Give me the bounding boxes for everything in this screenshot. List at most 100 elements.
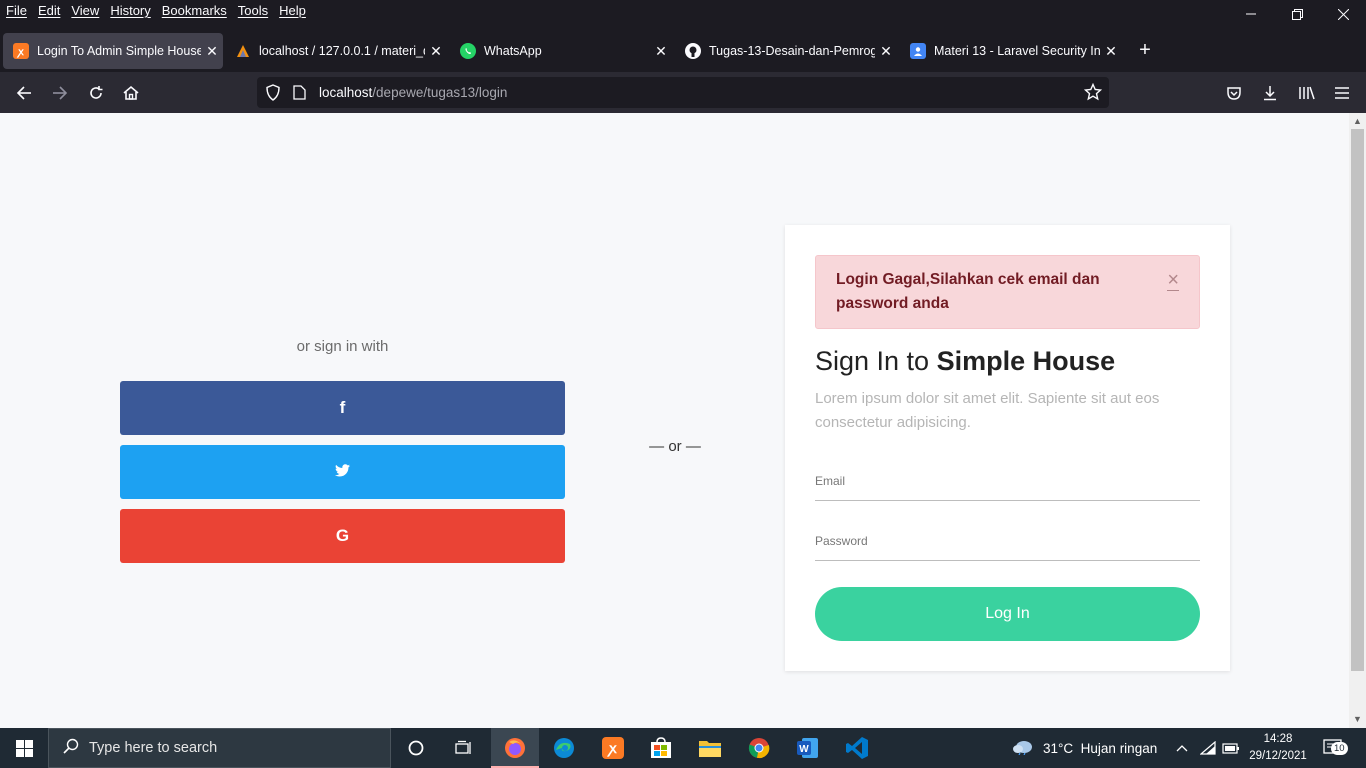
home-icon[interactable] bbox=[118, 80, 144, 106]
pocket-icon[interactable] bbox=[1221, 80, 1247, 106]
tab-label: Materi 13 - Laravel Security In D bbox=[934, 44, 1100, 58]
tab-login-admin[interactable]: ꭗ Login To Admin Simple House ✕ bbox=[3, 33, 223, 69]
back-icon[interactable] bbox=[11, 80, 37, 106]
restore-icon[interactable] bbox=[1274, 0, 1320, 28]
notification-center-icon[interactable]: 10 bbox=[1323, 728, 1348, 768]
menu-bar: File Edit View History Bookmarks Tools H… bbox=[0, 0, 1366, 28]
scroll-up-icon[interactable]: ▲ bbox=[1352, 116, 1363, 127]
close-icon[interactable] bbox=[1320, 0, 1366, 28]
weather-widget[interactable]: 31°C Hujan ringan bbox=[1012, 728, 1157, 768]
title-brand: Simple House bbox=[936, 346, 1116, 376]
bookmark-star-icon[interactable] bbox=[1083, 82, 1103, 106]
login-error-alert: Login Gagal,Silahkan cek email dan passw… bbox=[815, 255, 1200, 329]
clock-time: 14:28 bbox=[1263, 733, 1293, 745]
tab-phpmyadmin[interactable]: localhost / 127.0.0.1 / materi_de ✕ bbox=[225, 33, 447, 69]
store-taskbar-icon[interactable] bbox=[637, 728, 685, 768]
social-login: or sign in with f G bbox=[120, 338, 565, 573]
url-bar[interactable]: localhost/depewe/tugas13/login bbox=[257, 77, 1109, 108]
shield-icon[interactable] bbox=[265, 84, 281, 106]
library-icon[interactable] bbox=[1293, 80, 1319, 106]
cortana-icon[interactable] bbox=[392, 728, 440, 768]
tab-label: Login To Admin Simple House bbox=[37, 44, 201, 58]
search-icon bbox=[63, 738, 79, 758]
menu-help[interactable]: Help bbox=[279, 3, 306, 18]
file-explorer-taskbar-icon[interactable] bbox=[686, 728, 734, 768]
menu-tools[interactable]: Tools bbox=[238, 3, 268, 18]
clock-date: 29/12/2021 bbox=[1249, 750, 1307, 762]
firefox-taskbar-icon[interactable] bbox=[491, 728, 539, 768]
network-icon[interactable] bbox=[1200, 728, 1216, 768]
url-path: /depewe/tugas13/login bbox=[372, 85, 508, 100]
card-title: Sign In to Simple House bbox=[815, 346, 1115, 377]
alert-close-icon[interactable]: × bbox=[1167, 270, 1179, 291]
vscode-taskbar-icon[interactable] bbox=[833, 728, 881, 768]
weather-cloud-icon bbox=[1012, 739, 1034, 758]
menu-items: File Edit View History Bookmarks Tools H… bbox=[6, 3, 306, 18]
twitter-login-button[interactable] bbox=[120, 445, 565, 499]
google-login-button[interactable]: G bbox=[120, 509, 565, 563]
search-placeholder: Type here to search bbox=[89, 740, 218, 756]
taskbar: Type here to search ꭗ W 31°C Hujan ringa… bbox=[0, 728, 1366, 768]
url-host: localhost bbox=[319, 85, 373, 100]
menu-file[interactable]: File bbox=[6, 3, 27, 18]
windows-start-icon[interactable] bbox=[0, 728, 48, 768]
tab-label: Tugas-13-Desain-dan-Pemrogra bbox=[709, 44, 875, 58]
forward-icon[interactable] bbox=[47, 80, 73, 106]
taskbar-clock[interactable]: 14:28 29/12/2021 bbox=[1248, 731, 1308, 765]
notification-count: 10 bbox=[1331, 742, 1348, 755]
tab-github[interactable]: Tugas-13-Desain-dan-Pemrogra ✕ bbox=[675, 33, 897, 69]
weather-text: 31°C Hujan ringan bbox=[1043, 740, 1158, 756]
edge-taskbar-icon[interactable] bbox=[540, 728, 588, 768]
task-view-icon[interactable] bbox=[440, 728, 488, 768]
github-icon bbox=[685, 43, 701, 59]
login-button[interactable]: Log In bbox=[815, 587, 1200, 641]
tab-classroom[interactable]: Materi 13 - Laravel Security In D ✕ bbox=[900, 33, 1122, 69]
password-field[interactable] bbox=[815, 521, 1200, 560]
email-field-wrapper bbox=[815, 461, 1200, 501]
google-icon: G bbox=[335, 526, 350, 545]
tab-close-icon[interactable]: ✕ bbox=[650, 43, 672, 60]
tab-whatsapp[interactable]: WhatsApp ✕ bbox=[450, 33, 672, 69]
tab-bar: ꭗ Login To Admin Simple House ✕ localhos… bbox=[0, 28, 1366, 72]
card-description: Lorem ipsum dolor sit amet elit. Sapient… bbox=[815, 390, 1160, 431]
scroll-down-icon[interactable]: ▼ bbox=[1352, 714, 1363, 725]
page-scrollbar[interactable]: ▲ ▼ bbox=[1349, 113, 1366, 728]
menu-bookmarks[interactable]: Bookmarks bbox=[162, 3, 227, 18]
facebook-login-button[interactable]: f bbox=[120, 381, 565, 435]
chrome-taskbar-icon[interactable] bbox=[735, 728, 783, 768]
tab-close-icon[interactable]: ✕ bbox=[875, 43, 897, 60]
window-controls bbox=[1228, 0, 1366, 28]
tab-close-icon[interactable]: ✕ bbox=[1100, 43, 1122, 60]
navigation-bar: localhost/depewe/tugas13/login bbox=[0, 72, 1366, 113]
word-taskbar-icon[interactable]: W bbox=[784, 728, 832, 768]
classroom-icon bbox=[910, 43, 926, 59]
menu-edit[interactable]: Edit bbox=[38, 3, 60, 18]
download-icon[interactable] bbox=[1257, 80, 1283, 106]
url-text[interactable]: localhost/depewe/tugas13/login bbox=[319, 85, 507, 100]
new-tab-icon[interactable]: + bbox=[1133, 36, 1157, 64]
xampp-taskbar-icon[interactable]: ꭗ bbox=[589, 728, 637, 768]
tab-close-icon[interactable]: ✕ bbox=[201, 43, 223, 60]
page-icon bbox=[293, 85, 306, 105]
menu-history[interactable]: History bbox=[110, 3, 150, 18]
social-caption: or sign in with bbox=[296, 338, 389, 355]
reload-icon[interactable] bbox=[83, 80, 109, 106]
or-separator: — or — bbox=[649, 438, 701, 455]
twitter-icon bbox=[335, 462, 350, 482]
whatsapp-icon bbox=[460, 43, 476, 59]
scrollbar-thumb[interactable] bbox=[1351, 129, 1364, 671]
tab-close-icon[interactable]: ✕ bbox=[425, 43, 447, 60]
show-hidden-icons-chevron-icon[interactable] bbox=[1176, 728, 1188, 768]
battery-icon[interactable] bbox=[1222, 728, 1240, 768]
page-content: or sign in with f G — or — Login Gagal,S… bbox=[0, 113, 1349, 728]
minimize-icon[interactable] bbox=[1228, 0, 1274, 28]
xampp-icon: ꭗ bbox=[13, 43, 29, 59]
taskbar-search-box[interactable]: Type here to search bbox=[48, 728, 391, 768]
menu-view[interactable]: View bbox=[71, 3, 99, 18]
alert-message: Login Gagal,Silahkan cek email dan passw… bbox=[836, 271, 1100, 312]
email-field[interactable] bbox=[815, 461, 1200, 500]
title-prefix: Sign In to bbox=[815, 346, 937, 376]
tab-label: localhost / 127.0.0.1 / materi_de bbox=[259, 44, 425, 58]
svg-text:W: W bbox=[799, 744, 809, 755]
hamburger-menu-icon[interactable] bbox=[1329, 80, 1355, 106]
